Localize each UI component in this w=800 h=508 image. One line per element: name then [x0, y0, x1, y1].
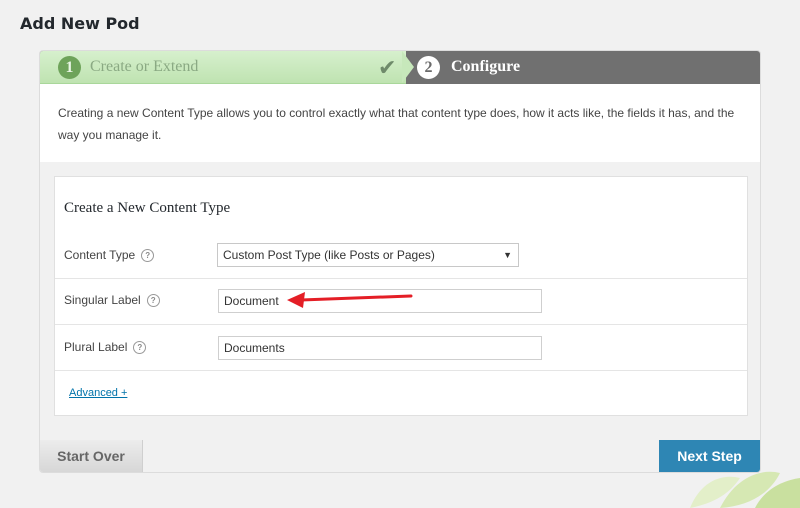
- checkmark-icon: ✔: [378, 55, 397, 80]
- singular-label-wrap: Singular Label?: [64, 293, 160, 307]
- step-divider-arrow: [402, 51, 414, 83]
- form-title: Create a New Content Type: [64, 200, 231, 216]
- help-icon[interactable]: ?: [146, 294, 160, 307]
- content-type-row: Content Type? Custom Post Type (like Pos…: [55, 229, 747, 279]
- plural-label-wrap: Plural Label?: [64, 340, 147, 354]
- advanced-link[interactable]: Advanced +: [69, 387, 127, 399]
- step-label: Create or Extend: [90, 58, 199, 75]
- help-icon[interactable]: ?: [141, 249, 155, 262]
- plural-label-row: Plural Label? Documents: [55, 324, 747, 371]
- content-type-select[interactable]: Custom Post Type (like Posts or Pages) ▼: [217, 243, 519, 267]
- plural-label-value: Documents: [224, 341, 285, 355]
- plural-label-input[interactable]: Documents: [218, 336, 542, 360]
- wizard-footer: Start Over Next Step: [40, 440, 760, 472]
- next-step-button[interactable]: Next Step: [659, 440, 760, 472]
- intro-text: Creating a new Content Type allows you t…: [58, 106, 735, 142]
- page-title: Add New Pod: [20, 14, 140, 33]
- step-create-or-extend[interactable]: 1 Create or Extend ✔: [40, 51, 406, 84]
- content-type-label-wrap: Content Type?: [64, 248, 155, 262]
- pod-wizard: 1 Create or Extend ✔ 2 Configure Creatin…: [39, 50, 761, 473]
- step-number: 2: [417, 56, 440, 79]
- content-type-value: Custom Post Type (like Posts or Pages): [223, 248, 435, 262]
- annotation-arrow-icon: [287, 292, 413, 308]
- help-icon[interactable]: ?: [133, 341, 147, 354]
- step-number: 1: [58, 56, 81, 79]
- wizard-steps: 1 Create or Extend ✔ 2 Configure: [40, 51, 760, 84]
- start-over-button[interactable]: Start Over: [40, 440, 143, 472]
- singular-label-value: Document: [224, 294, 279, 308]
- chevron-down-icon: ▼: [503, 250, 512, 260]
- step-label: Configure: [451, 58, 521, 75]
- plural-label-label: Plural Label: [64, 340, 128, 354]
- singular-label-label: Singular Label: [64, 293, 141, 307]
- intro-section: Creating a new Content Type allows you t…: [40, 84, 760, 163]
- content-type-label: Content Type: [64, 248, 136, 262]
